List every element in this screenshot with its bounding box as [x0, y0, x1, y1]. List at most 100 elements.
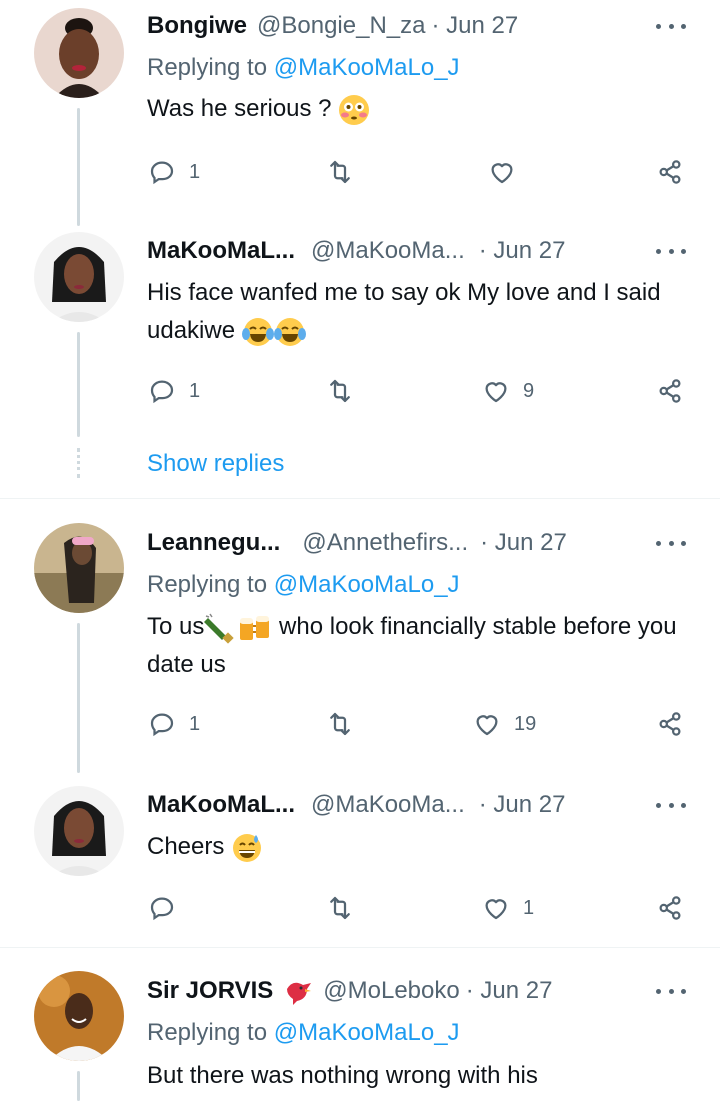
more-options-icon[interactable] — [656, 979, 686, 1003]
retweet-icon — [330, 160, 350, 184]
replying-to-link[interactable]: @MaKooMaLo_J — [274, 54, 460, 81]
more-options-icon[interactable] — [656, 14, 686, 38]
reply-count: 1 — [189, 712, 201, 735]
grinning-sweat-emoji — [233, 833, 262, 862]
thread-line — [77, 623, 80, 773]
tweet-text: Was he serious ? — [147, 90, 692, 128]
thread-line — [77, 332, 80, 437]
author-name[interactable]: Sir JORVIS — [147, 977, 273, 1005]
tweet-text-content: Was he serious ? — [147, 95, 332, 122]
avatar-bongiwe[interactable] — [34, 8, 124, 98]
reply-button[interactable]: 1 — [147, 155, 200, 189]
tweet-header: Bongiwe @Bongie_N_za · Jun 27 — [147, 10, 518, 42]
more-options-icon[interactable] — [656, 239, 686, 263]
tweet-date[interactable]: · Jun 27 — [479, 237, 566, 265]
tweet-text: His face wanfed me to say ok My love and… — [147, 274, 692, 350]
replying-prefix: Replying to — [147, 54, 268, 81]
share-button[interactable] — [655, 707, 685, 741]
tweet-1[interactable]: Bongiwe @Bongie_N_za · Jun 27 Replying t… — [0, 8, 720, 233]
tweet-header: Leannegu... @Annethefirs... · Jun 27 — [147, 527, 567, 559]
reply-icon — [150, 380, 174, 404]
retweet-button[interactable] — [325, 707, 367, 741]
like-button[interactable] — [487, 155, 529, 189]
tweet-actions: 1 19 — [147, 707, 687, 741]
retweet-button[interactable] — [325, 374, 367, 408]
tweet-actions: 1 9 — [147, 374, 687, 408]
thread-line — [77, 1071, 80, 1101]
retweet-button[interactable] — [325, 891, 367, 925]
tweet-text: To us who look financially stable before… — [147, 608, 692, 684]
tweet-text-content: But there was nothing wrong with his — [147, 1062, 538, 1089]
author-handle[interactable]: @MaKooMa... — [311, 237, 465, 265]
author-name[interactable]: Bongiwe — [147, 12, 247, 40]
tweet-3[interactable]: Leannegu... @Annethefirs... · Jun 27 Rep… — [0, 523, 720, 783]
replying-prefix: Replying to — [147, 1019, 268, 1046]
avatar-leannegu[interactable] — [34, 523, 124, 613]
author-handle[interactable]: @MaKooMa... — [311, 791, 465, 819]
tweet-date[interactable]: · Jun 27 — [466, 977, 553, 1005]
tweet-date[interactable]: · Jun 27 — [479, 791, 566, 819]
author-handle[interactable]: @Bongie_N_za — [257, 12, 425, 40]
avatar-sir-jorvis[interactable] — [34, 971, 124, 1061]
like-button[interactable]: 19 — [472, 707, 536, 741]
tweet-header: MaKooMaL... @MaKooMa... · Jun 27 — [147, 789, 565, 821]
tweet-5[interactable]: Sir JORVIS @MoLeboko · Jun 27 Replying t… — [0, 971, 720, 1101]
replying-to: Replying to @MaKooMaLo_J — [147, 571, 460, 599]
replying-prefix: Replying to — [147, 571, 268, 598]
replying-to: Replying to @MaKooMaLo_J — [147, 1019, 460, 1047]
red-bird-emoji — [287, 982, 312, 1005]
more-replies-dots — [77, 448, 83, 478]
divider — [0, 498, 720, 499]
show-replies-link[interactable]: Show replies — [147, 450, 284, 478]
like-count: 19 — [514, 712, 537, 735]
heart-icon — [491, 163, 513, 184]
share-button[interactable] — [655, 155, 685, 189]
tears-of-joy-emoji — [273, 317, 306, 346]
tweet-actions: 1 — [147, 155, 687, 189]
replying-to: Replying to @MaKooMaLo_J — [147, 54, 460, 82]
author-name[interactable]: MaKooMaL... — [147, 237, 295, 265]
share-button[interactable] — [655, 891, 685, 925]
author-handle[interactable]: @Annethefirs... — [302, 529, 468, 557]
share-icon — [659, 896, 681, 920]
share-button[interactable] — [655, 374, 685, 408]
more-options-icon[interactable] — [656, 793, 686, 817]
tweet-text: But there was nothing wrong with his — [147, 1057, 692, 1095]
reply-button[interactable]: 1 — [147, 707, 200, 741]
avatar-makoomalo[interactable] — [34, 786, 124, 876]
retweet-icon — [330, 379, 350, 403]
like-count: 1 — [523, 896, 535, 919]
tweet-actions: 1 — [147, 891, 687, 925]
retweet-button[interactable] — [325, 155, 367, 189]
avatar-makoomalo[interactable] — [34, 232, 124, 322]
reply-button[interactable]: 1 — [147, 374, 200, 408]
tweet-date[interactable]: · Jun 27 — [431, 12, 518, 40]
replying-to-link[interactable]: @MaKooMaLo_J — [274, 571, 460, 598]
tears-of-joy-emoji — [241, 317, 274, 346]
reply-icon — [150, 713, 174, 737]
tweet-date[interactable]: · Jun 27 — [480, 529, 567, 557]
more-options-icon[interactable] — [656, 531, 686, 555]
tweet-2[interactable]: MaKooMaL... @MaKooMa... · Jun 27 His fac… — [0, 232, 720, 497]
retweet-icon — [330, 896, 350, 920]
like-count: 9 — [523, 379, 535, 402]
replying-to-link[interactable]: @MaKooMaLo_J — [274, 1019, 460, 1046]
tweet-header: MaKooMaL... @MaKooMa... · Jun 27 — [147, 235, 565, 267]
author-name[interactable]: MaKooMaL... — [147, 791, 295, 819]
reply-button[interactable] — [147, 891, 189, 925]
tweet-text-content: Cheers — [147, 833, 225, 860]
author-handle[interactable]: @MoLeboko — [323, 977, 459, 1005]
thread-line — [77, 108, 80, 226]
flushed-face-emoji — [339, 94, 370, 125]
champagne-emoji — [204, 613, 235, 644]
tweet-header: Sir JORVIS @MoLeboko · Jun 27 — [147, 975, 552, 1007]
author-name[interactable]: Leannegu... — [147, 529, 280, 557]
like-button[interactable]: 1 — [481, 891, 534, 925]
reply-icon — [150, 897, 174, 921]
beer-mugs-emoji — [240, 615, 270, 640]
like-button[interactable]: 9 — [481, 374, 534, 408]
share-icon — [659, 379, 681, 403]
divider — [0, 947, 720, 948]
heart-icon — [485, 382, 507, 403]
tweet-4[interactable]: MaKooMaL... @MaKooMa... · Jun 27 Cheers … — [0, 786, 720, 946]
